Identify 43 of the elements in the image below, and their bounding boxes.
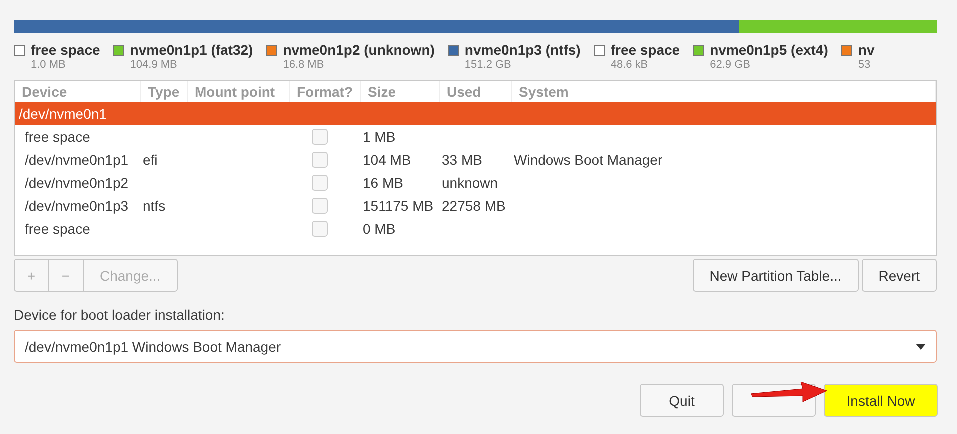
- table-cell-text: free space: [24, 220, 92, 236]
- legend-size: 53: [858, 59, 872, 71]
- boot-loader-label: Device for boot loader installation:: [14, 307, 226, 323]
- install-now-button[interactable]: Install Now: [824, 384, 938, 417]
- table-cell-text: /dev/nvme0n1p1: [24, 152, 130, 168]
- legend-label: nv: [858, 42, 875, 58]
- new-partition-table-button[interactable]: New Partition Table...: [692, 259, 859, 292]
- legend-size: 48.6 kB: [610, 59, 650, 71]
- legend-size: 1.0 MB: [31, 59, 67, 71]
- dropdown-caret-icon: [916, 344, 926, 350]
- format-checkbox[interactable]: [312, 128, 328, 144]
- legend-label: nvme0n1p1 (fat32): [130, 42, 254, 58]
- table-cell-text: Windows Boot Manager: [513, 152, 664, 168]
- table-cell-text: 0 MB: [362, 220, 397, 236]
- table-cell-text: 16 MB: [362, 174, 404, 190]
- legend-size: 16.8 MB: [283, 59, 326, 71]
- table-cell-text: /dev/nvme0n1p2: [24, 174, 130, 190]
- legend-label: free space: [31, 42, 100, 58]
- legend-label: nvme0n1p5 (ext4): [710, 42, 828, 58]
- legend-size: 104.9 MB: [130, 59, 178, 71]
- format-checkbox[interactable]: [312, 152, 328, 168]
- quit-button[interactable]: Quit: [640, 384, 724, 417]
- table-cell-text: /dev/nvme0n1p3: [24, 198, 130, 214]
- format-checkbox[interactable]: [312, 198, 328, 214]
- revert-button[interactable]: Revert: [862, 259, 937, 292]
- table-cell-text: efi: [142, 152, 159, 168]
- table-cell-text: 151175 MB: [362, 198, 435, 214]
- table-cell-text: ntfs: [142, 198, 167, 214]
- legend-label: nvme0n1p3 (ntfs): [464, 42, 581, 58]
- legend-label: free space: [610, 42, 680, 58]
- boot-loader-dropdown[interactable]: /dev/nvme0n1p1 Windows Boot Manager: [14, 330, 937, 363]
- table-cell-text: 22758 MB: [441, 198, 507, 214]
- format-checkbox[interactable]: [312, 220, 328, 236]
- legend-label: nvme0n1p2 (unknown): [283, 42, 435, 58]
- format-checkbox[interactable]: [312, 174, 328, 190]
- table-cell-text: 104 MB: [362, 152, 412, 168]
- table-cell-text: unknown: [441, 174, 500, 190]
- table-cell-text: 1 MB: [362, 128, 397, 144]
- legend-size: 151.2 GB: [464, 59, 512, 71]
- legend-size: 62.9 GB: [710, 59, 752, 71]
- table-cell-text: 33 MB: [441, 152, 484, 168]
- disk-row[interactable]: /dev/nvme0n1: [15, 102, 936, 125]
- table-cell-text: free space: [24, 128, 92, 144]
